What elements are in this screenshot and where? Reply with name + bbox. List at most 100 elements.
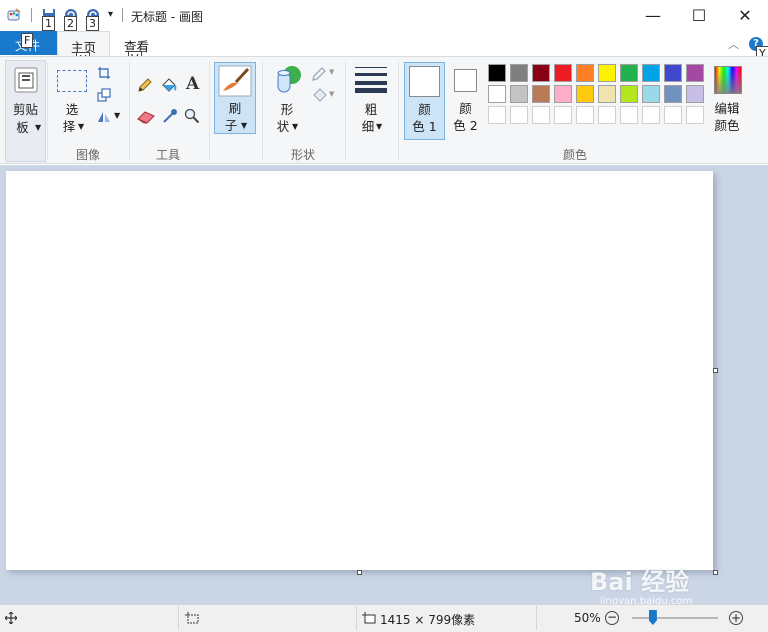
customize-quick-access-icon[interactable]: ▾	[108, 9, 113, 20]
palette-empty-slot[interactable]	[686, 106, 704, 124]
color2-label-2: 色 2	[453, 118, 478, 133]
palette-swatch[interactable]	[554, 85, 572, 103]
pencil-icon[interactable]	[137, 77, 153, 93]
canvas-size-icon	[362, 612, 376, 624]
zoom-out-icon[interactable]: −	[605, 611, 619, 625]
shapes-group-label: 形状	[290, 148, 315, 162]
maximize-button[interactable]: ☐	[676, 0, 722, 31]
tools-group-label: 工具	[155, 148, 180, 162]
color2-button[interactable]: 颜 色 2	[449, 62, 484, 140]
window-title: 无标题 - 画图	[131, 10, 203, 24]
magnifier-icon[interactable]	[184, 108, 200, 124]
zoom-in-icon[interactable]: +	[729, 611, 743, 625]
palette-empty-slot[interactable]	[664, 106, 682, 124]
eraser-icon[interactable]	[137, 110, 155, 124]
shape-fill-icon[interactable]	[311, 87, 328, 103]
group-divider	[209, 62, 210, 160]
palette-empty-slot[interactable]	[620, 106, 638, 124]
palette-empty-slot[interactable]	[598, 106, 616, 124]
palette-empty-slot[interactable]	[488, 106, 506, 124]
palette-swatch[interactable]	[686, 85, 704, 103]
palette-swatch[interactable]	[576, 85, 594, 103]
palette-swatch[interactable]	[576, 64, 594, 82]
palette-swatch[interactable]	[554, 64, 572, 82]
chevron-down-icon: ▼	[329, 90, 335, 98]
edit-colors-button[interactable]: 编辑 颜色	[710, 62, 746, 140]
clipboard-button[interactable]: 剪贴 板 ▼	[5, 60, 46, 162]
color-spectrum-icon	[714, 66, 742, 94]
brushes-label-1: 刷	[228, 101, 242, 116]
size-label-1: 粗	[364, 102, 378, 117]
palette-swatch[interactable]	[664, 85, 682, 103]
shapes-icon[interactable]	[272, 64, 304, 96]
zoom-slider-track[interactable]	[632, 617, 718, 619]
palette-swatch[interactable]	[488, 85, 506, 103]
palette-swatch[interactable]	[642, 64, 660, 82]
collapse-ribbon-icon[interactable]: ︿	[728, 36, 739, 52]
fill-icon[interactable]	[160, 77, 177, 93]
palette-swatch[interactable]	[532, 64, 550, 82]
status-divider	[178, 606, 179, 630]
select-label-2: 择	[62, 119, 76, 134]
palette-empty-slot[interactable]	[532, 106, 550, 124]
group-divider	[398, 62, 399, 160]
palette-swatch[interactable]	[620, 85, 638, 103]
palette-swatch[interactable]	[664, 64, 682, 82]
palette-swatch[interactable]	[598, 64, 616, 82]
paint-app-icon[interactable]	[7, 8, 21, 22]
size-button[interactable]: 粗 细 ▼	[353, 62, 391, 134]
palette-empty-slot[interactable]	[642, 106, 660, 124]
brushes-button[interactable]: 刷 子 ▼	[214, 62, 256, 134]
resize-handle-corner[interactable]	[713, 570, 718, 575]
minimize-button[interactable]: —	[630, 0, 676, 31]
color1-swatch	[409, 66, 440, 97]
zoom-level: 50%	[574, 611, 601, 625]
select-icon[interactable]	[57, 70, 87, 92]
select-label-1: 选	[65, 102, 79, 117]
tab-bar	[0, 31, 768, 56]
edit-colors-label-1: 编辑	[714, 101, 740, 116]
palette-swatch[interactable]	[620, 64, 638, 82]
size-line-thick	[355, 81, 387, 85]
close-button[interactable]: ✕	[722, 0, 768, 31]
palette-swatch[interactable]	[532, 85, 550, 103]
palette-swatch[interactable]	[686, 64, 704, 82]
text-tool-icon[interactable]: A	[186, 74, 199, 94]
chevron-down-icon: ▼	[114, 111, 121, 120]
palette-swatch[interactable]	[510, 85, 528, 103]
chevron-down-icon: ▼	[292, 122, 299, 131]
resize-icon[interactable]	[97, 88, 111, 102]
chevron-down-icon: ▼	[376, 122, 383, 131]
resize-handle-right[interactable]	[713, 368, 718, 373]
chevron-down-icon: ▼	[78, 122, 85, 131]
resize-handle-bottom[interactable]	[357, 570, 362, 575]
size-line-thin	[355, 67, 387, 68]
crop-icon[interactable]	[97, 66, 111, 80]
outline-icon[interactable]	[311, 66, 327, 82]
color1-label-2: 色 1	[412, 119, 437, 134]
color2-label-1: 颜	[459, 101, 472, 116]
image-group-label: 图像	[75, 148, 100, 162]
palette-empty-slot[interactable]	[510, 106, 528, 124]
color2-swatch	[454, 69, 477, 92]
color-picker-icon[interactable]	[162, 108, 178, 124]
size-line-thickest	[355, 88, 387, 93]
palette-empty-slot[interactable]	[576, 106, 594, 124]
color1-button[interactable]: 颜 色 1	[404, 62, 445, 140]
title-separator	[31, 8, 32, 22]
palette-empty-slot[interactable]	[554, 106, 572, 124]
cursor-position-icon	[5, 612, 17, 624]
color-palette	[488, 64, 708, 128]
drawing-canvas[interactable]	[6, 171, 713, 570]
palette-swatch[interactable]	[510, 64, 528, 82]
color1-label-1: 颜	[418, 102, 431, 117]
keytip-3: 3	[86, 16, 99, 31]
palette-swatch[interactable]	[488, 64, 506, 82]
shapes-label-2: 状	[276, 119, 290, 134]
palette-swatch[interactable]	[598, 85, 616, 103]
rotate-icon[interactable]	[96, 109, 112, 123]
palette-swatch[interactable]	[642, 85, 660, 103]
chevron-down-icon: ▼	[35, 123, 42, 132]
chevron-down-icon: ▼	[329, 68, 335, 76]
selection-size-icon	[185, 612, 199, 624]
